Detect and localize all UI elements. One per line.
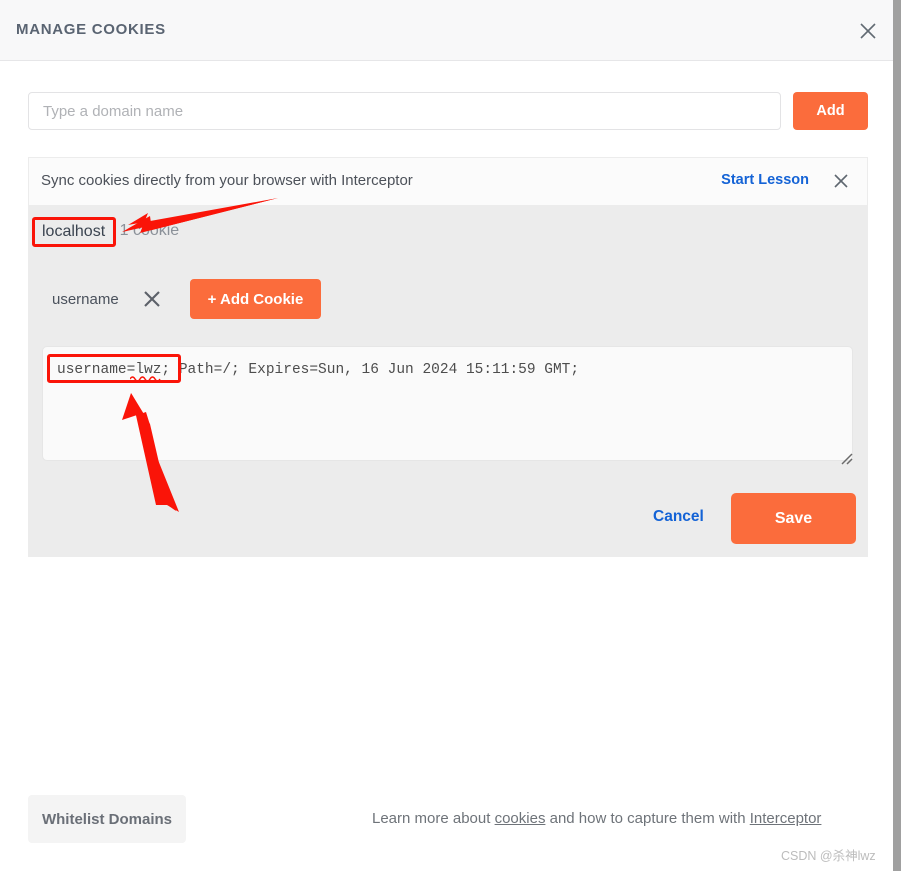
delete-cookie-icon[interactable] xyxy=(139,286,165,312)
cookies-link[interactable]: cookies xyxy=(495,810,546,827)
interceptor-link[interactable]: Interceptor xyxy=(750,810,822,827)
cookie-count-label: 1 cookie xyxy=(119,222,180,239)
page-edge-strip xyxy=(893,0,901,871)
banner-close-icon[interactable] xyxy=(829,169,853,193)
start-lesson-link[interactable]: Start Lesson xyxy=(721,172,809,188)
cookie-panel: localhost 1 cookie username + Add Cookie… xyxy=(28,205,868,557)
manage-cookies-window: MANAGE COOKIES Add Sync cookies directly… xyxy=(0,0,893,871)
modal-header: MANAGE COOKIES xyxy=(0,0,893,61)
add-cookie-button[interactable]: + Add Cookie xyxy=(189,279,322,319)
domain-header-row: localhost 1 cookie xyxy=(38,221,179,245)
close-icon[interactable] xyxy=(852,15,884,47)
cookie-value-textarea[interactable]: username=lwz; Path=/; Expires=Sun, 16 Ju… xyxy=(42,346,853,461)
cancel-button[interactable]: Cancel xyxy=(653,508,704,526)
footer-learn-more: Learn more about cookies and how to capt… xyxy=(372,810,821,827)
whitelist-domains-button[interactable]: Whitelist Domains xyxy=(28,795,186,843)
page-title: MANAGE COOKIES xyxy=(16,21,166,38)
cookie-row: username + Add Cookie xyxy=(52,279,322,319)
sync-banner: Sync cookies directly from your browser … xyxy=(28,157,868,205)
watermark: CSDN @杀神lwz xyxy=(781,849,876,863)
learn-more-prefix: Learn more about xyxy=(372,810,495,827)
learn-more-middle: and how to capture them with xyxy=(545,810,750,827)
cookie-name-label[interactable]: username xyxy=(52,291,119,308)
domain-name-label[interactable]: localhost xyxy=(38,221,109,243)
save-button[interactable]: Save xyxy=(731,493,856,544)
add-domain-button[interactable]: Add xyxy=(793,92,868,130)
domain-name-input[interactable] xyxy=(28,92,781,130)
sync-banner-text: Sync cookies directly from your browser … xyxy=(41,172,413,189)
